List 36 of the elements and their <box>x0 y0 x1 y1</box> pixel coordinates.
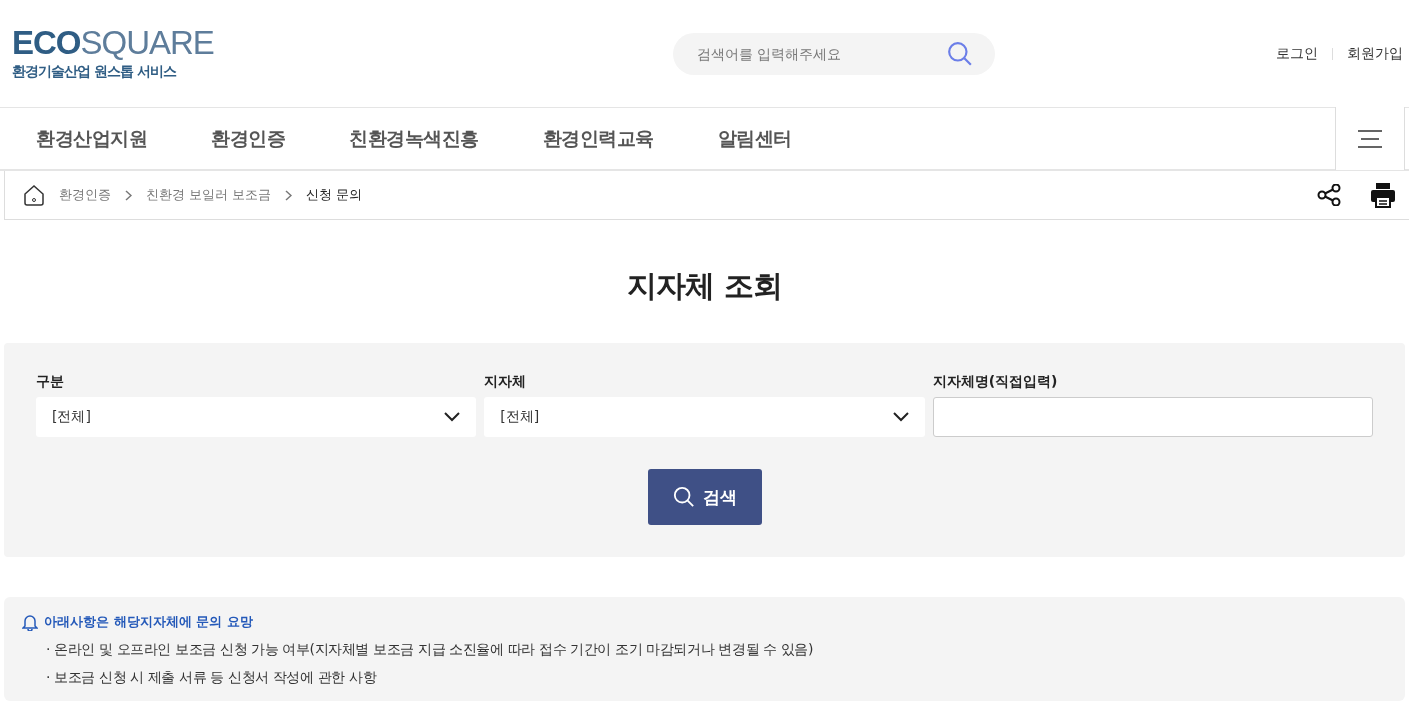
field-label: 구분 <box>36 373 65 391</box>
menu-icon <box>1358 129 1382 148</box>
notice-item: · 온라인 및 오프라인 보조금 신청 가능 여부(지자체별 보조금 지급 소진율에 따라 접수 기간이 조기 마감되거나 변경될 수 있음) <box>46 641 815 659</box>
chevron-down-icon <box>444 412 461 422</box>
chevron-right-icon <box>125 189 132 201</box>
field-label: 지자체명(직접입력) <box>932 373 1059 391</box>
page-title: 지자체 조회 <box>626 267 783 305</box>
nav-item[interactable]: 친환경녹색진흥 <box>349 125 479 152</box>
field-label: 지자체 <box>484 373 528 391</box>
breadcrumb-item[interactable]: 신청 문의 <box>306 186 363 204</box>
notice-title: 아래사항은 해당지자체에 문의 요망 <box>44 613 253 631</box>
logo-tagline: 환경기술산업 원스톱 서비스 <box>12 63 178 81</box>
nav-item[interactable]: 알림센터 <box>717 125 792 152</box>
select-field[interactable]: [전체] <box>36 397 477 437</box>
select-field[interactable]: [전체] <box>484 397 925 437</box>
breadcrumb-item[interactable]: 환경인증 <box>59 186 111 204</box>
share-icon[interactable] <box>1317 184 1341 206</box>
search-field[interactable]: 검색어를 입력해주세요 <box>673 32 995 75</box>
search-button[interactable]: 검색 <box>647 469 762 525</box>
nav-item[interactable]: 환경인력교육 <box>542 125 654 152</box>
nav-item[interactable]: 환경인증 <box>211 125 285 152</box>
menu-button[interactable] <box>1335 107 1405 170</box>
search-icon <box>672 486 695 508</box>
printer-icon[interactable] <box>1371 182 1395 208</box>
home-icon[interactable] <box>23 184 45 206</box>
breadcrumb-item[interactable]: 친환경 보일러 보조금 <box>146 186 272 204</box>
chevron-right-icon <box>285 189 293 201</box>
header-link[interactable]: 회원가입 <box>1347 44 1403 63</box>
header-link[interactable]: 로그인 <box>1276 44 1318 63</box>
chevron-down-icon <box>892 412 909 422</box>
input-field[interactable] <box>932 397 1373 437</box>
notice-item: · 보조금 신청 시 제출 서류 등 신청서 작성에 관한 사항 <box>46 669 378 687</box>
search-icon <box>947 40 973 67</box>
logo[interactable]: ECOSQUARE <box>12 26 212 59</box>
bell-icon <box>22 613 38 631</box>
nav-item[interactable]: 환경산업지원 <box>36 125 147 152</box>
